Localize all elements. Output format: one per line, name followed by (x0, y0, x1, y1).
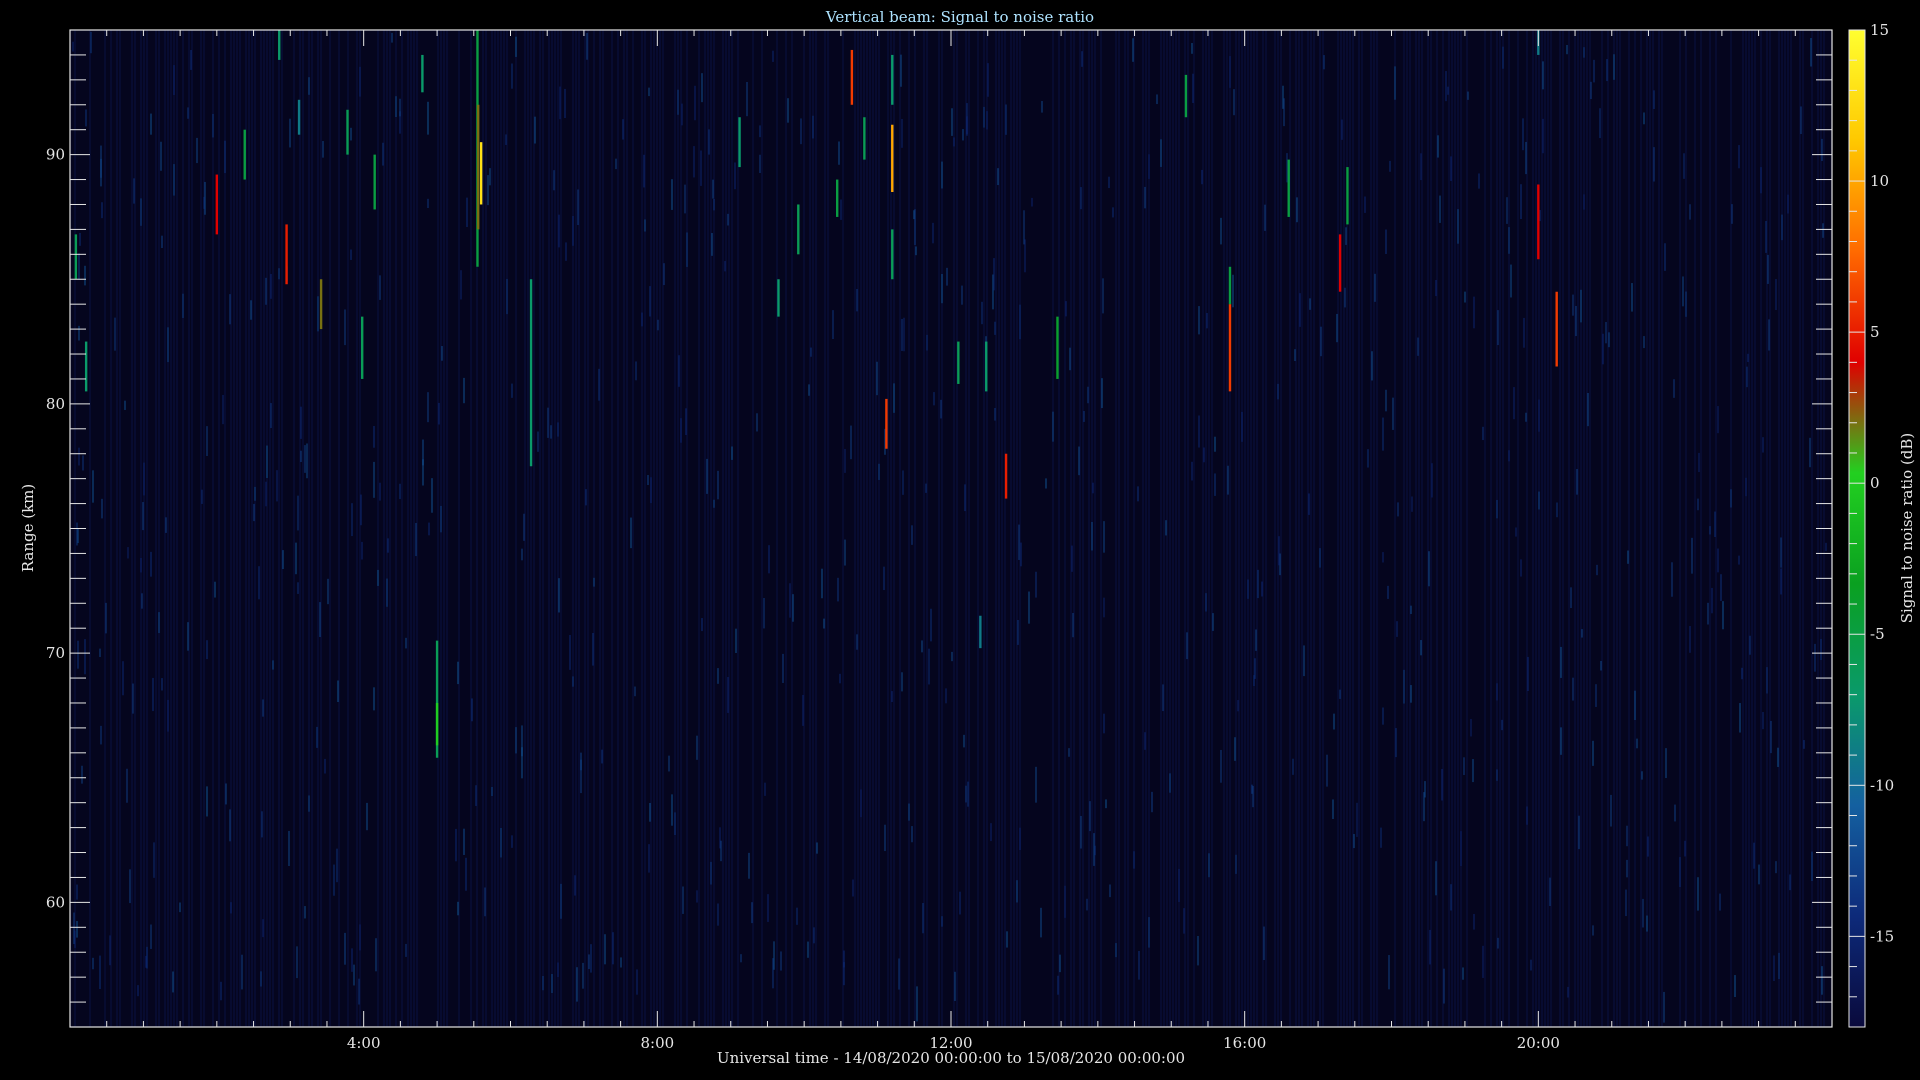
x-axis-label: Universal time - 14/08/2020 00:00:00 to … (717, 1049, 1185, 1067)
y-tick-label: 80 (46, 395, 65, 413)
y-tick-label: 70 (46, 644, 65, 662)
y-tick-label: 60 (46, 893, 65, 911)
colorbar-tick-label: 5 (1870, 323, 1880, 341)
x-tick-label: 4:00 (347, 1034, 381, 1052)
colorbar-tick-label: 10 (1870, 172, 1889, 190)
colorbar-tick-label: 15 (1870, 21, 1889, 39)
colorbar-tick-label: -5 (1870, 625, 1885, 643)
x-tick-label: 8:00 (640, 1034, 674, 1052)
colorbar-label: Signal to noise ratio (dB) (1898, 433, 1916, 624)
colorbar-tick-label: 0 (1870, 474, 1880, 492)
x-tick-label: 20:00 (1517, 1034, 1560, 1052)
colorbar-tick-label: -10 (1870, 776, 1894, 794)
colorbar (1848, 29, 1866, 1028)
snr-heatmap: 4:00 8:00 12:00 16:00 20:00 60708090 Univers… (19, 21, 1916, 1067)
y-tick-label: 90 (46, 146, 65, 164)
x-tick-label: 16:00 (1223, 1034, 1266, 1052)
y-axis-label: Range (km) (19, 484, 37, 573)
colorbar-tick-label: -15 (1870, 927, 1894, 945)
